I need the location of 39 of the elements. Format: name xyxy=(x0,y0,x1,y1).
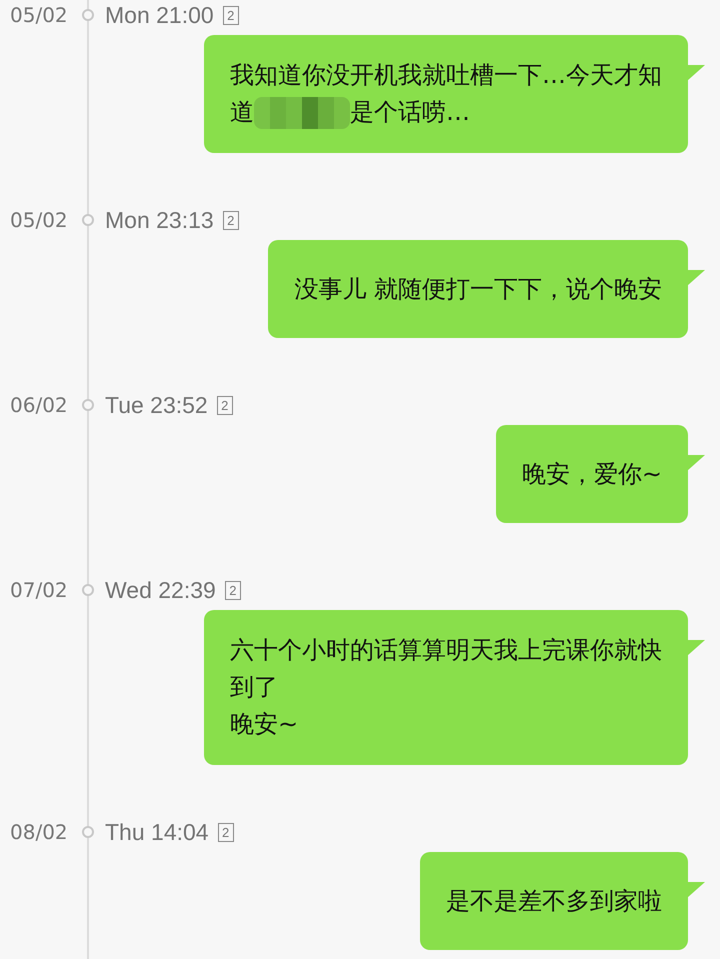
message-time: Mon 21:00 xyxy=(105,2,214,28)
message-text: 六十个小时的话算算明天我上完课你就快 xyxy=(230,636,662,664)
message-date: 05/02 xyxy=(10,3,69,27)
message-date: 08/02 xyxy=(10,820,69,844)
message-time: Tue 23:52 xyxy=(105,392,208,418)
sim-icon: 2 xyxy=(218,822,234,842)
message-text: 我知道你没开机我就吐槽一下…今天才知 xyxy=(230,61,662,89)
timeline-dot xyxy=(82,584,94,596)
message-time: Thu 14:04 xyxy=(105,818,209,846)
bubble-tail xyxy=(687,65,705,81)
bubble-tail xyxy=(687,640,705,656)
sim-icon: 2 xyxy=(224,580,241,600)
message-bubble[interactable]: 是不是差不多到家啦 xyxy=(420,852,688,950)
bubble-tail xyxy=(687,270,705,286)
bubble-tail xyxy=(687,455,705,471)
message-text: 是不是差不多到家啦 xyxy=(446,886,662,914)
sim-icon: 2 xyxy=(222,6,239,24)
message-time: Mon 23:13 xyxy=(105,206,214,234)
timeline-dot xyxy=(82,826,94,838)
message-text: 晚安~ xyxy=(230,710,298,738)
sim-icon: 2 xyxy=(216,396,233,414)
message-text: 是个话唠… xyxy=(350,98,470,126)
timeline-dot xyxy=(82,9,94,21)
message-date: 05/02 xyxy=(10,208,69,232)
sim-icon: 2 xyxy=(222,210,239,230)
message-text: 到了 xyxy=(230,673,278,701)
bubble-tail xyxy=(687,882,705,898)
message-bubble[interactable]: 没事儿 就随便打一下下，说个晚安 xyxy=(268,240,688,338)
message-text: 道 xyxy=(230,98,254,126)
message-text: 没事儿 就随便打一下下，说个晚安 xyxy=(294,274,662,302)
timeline-dot xyxy=(82,214,94,226)
message-time: Wed 22:39 xyxy=(105,576,216,604)
message-date: 06/02 xyxy=(10,393,69,417)
message-bubble[interactable]: 六十个小时的话算算明天我上完课你就快 到了 晚安~ xyxy=(204,610,688,765)
message-date: 07/02 xyxy=(10,578,69,602)
timeline-dot xyxy=(82,399,94,411)
message-bubble[interactable]: 我知道你没开机我就吐槽一下…今天才知 道 是个话唠… xyxy=(204,35,688,153)
message-bubble[interactable]: 晚安，爱你~ xyxy=(496,425,688,523)
message-text: 晚安，爱你~ xyxy=(522,460,662,488)
